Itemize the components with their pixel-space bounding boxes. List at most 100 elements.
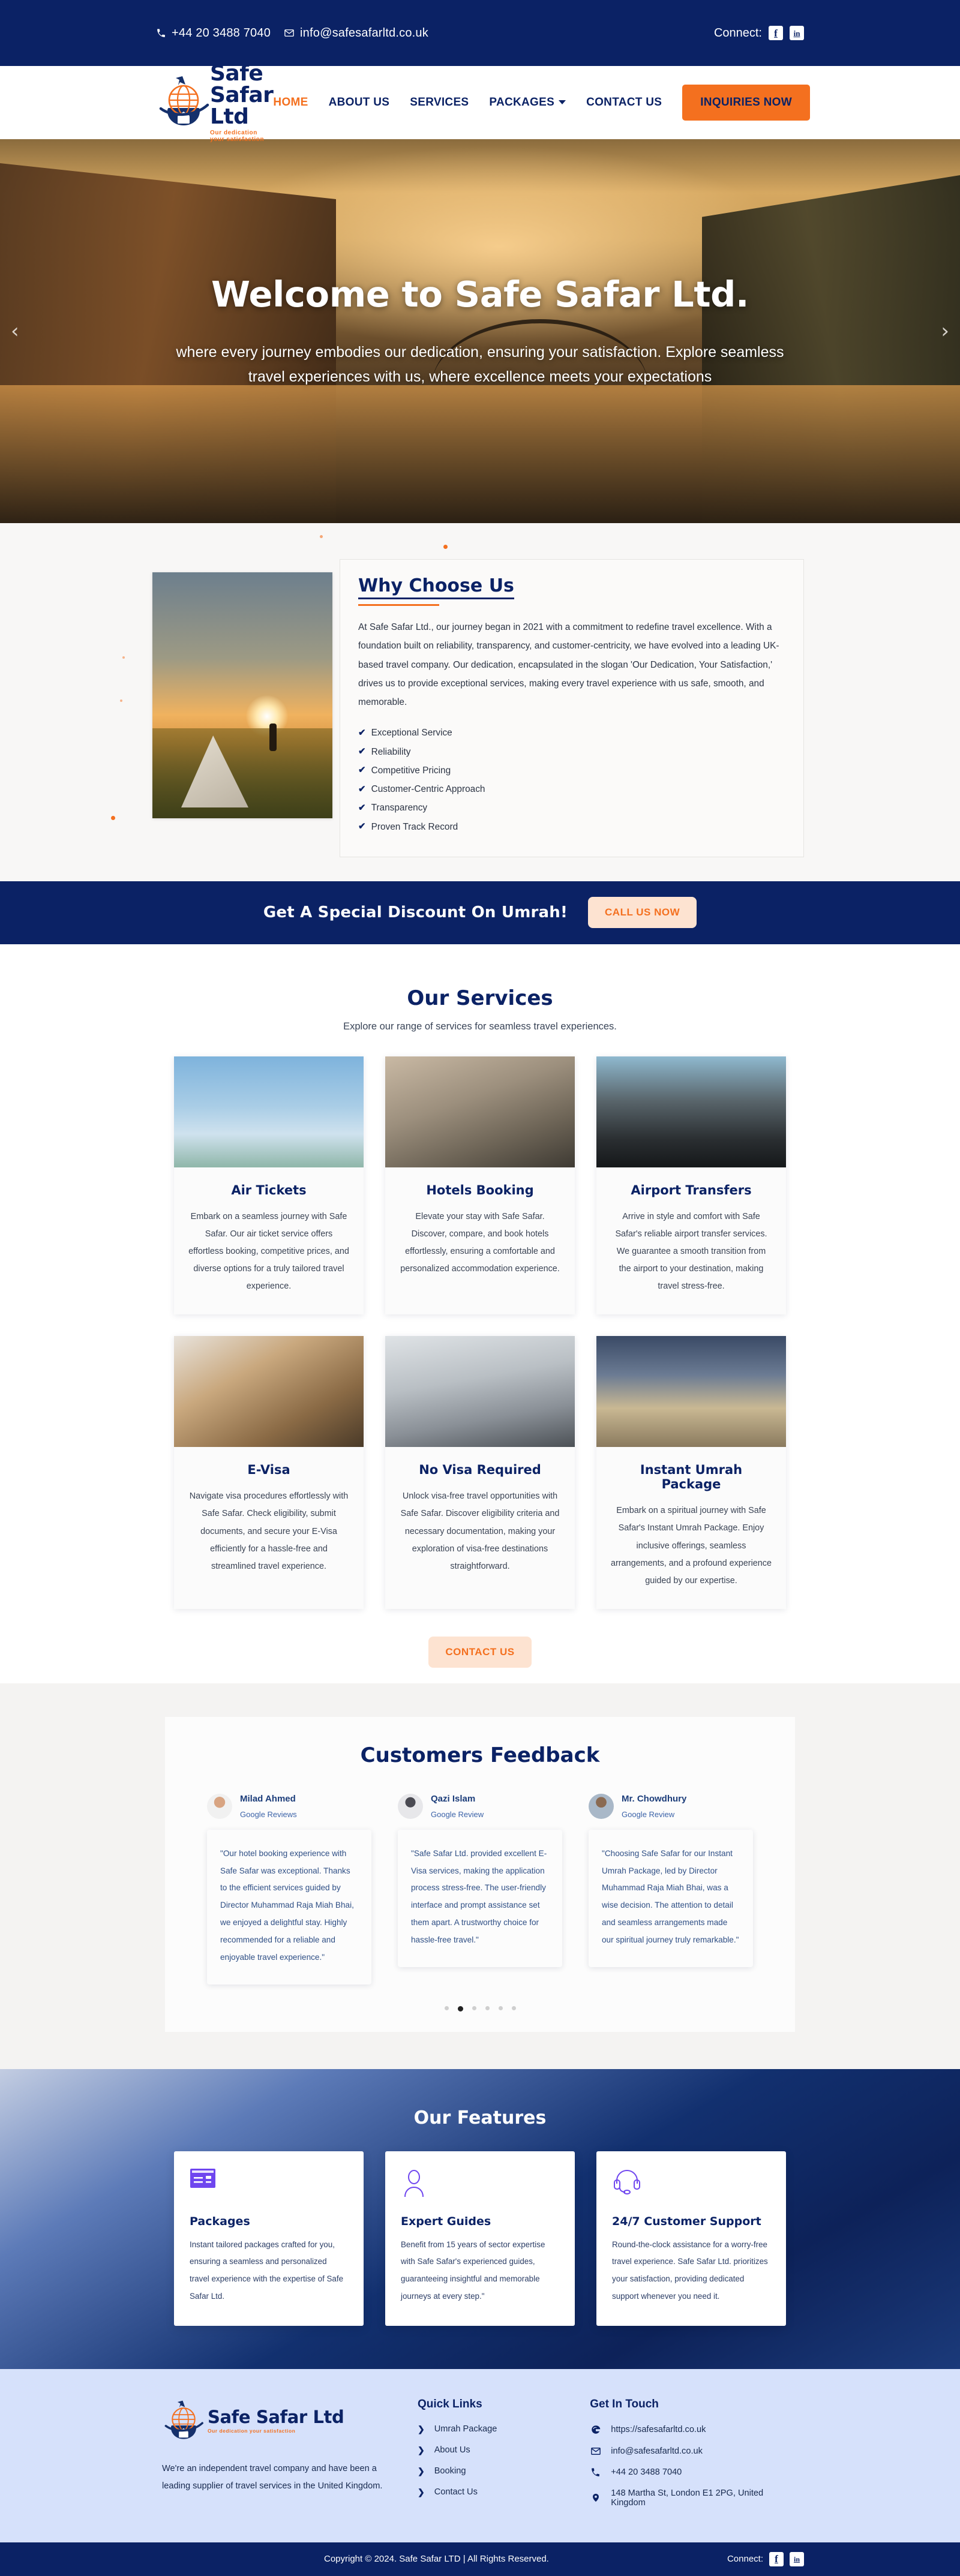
check-icon: ✔ [358,821,366,832]
decor-dot [443,545,448,549]
service-card-hotels-booking[interactable]: Hotels Booking Elevate your stay with Sa… [385,1056,575,1315]
service-card-body: Air Tickets Embark on a seamless journey… [174,1167,364,1314]
why-choose-us-section: Why Choose Us At Safe Safar Ltd., our jo… [0,523,960,881]
brand-name: Safe Safar Ltd [210,61,274,129]
main-navigation-bar: Safe Safar Ltd Our dedication your satis… [0,62,960,143]
brand-text: Safe Safar Ltd Our dedication your satis… [210,61,274,143]
list-item: ✔ Competitive Pricing [358,761,785,780]
footer-email-link[interactable]: info@safesafarltd.co.uk [590,2446,798,2457]
inquiries-now-button[interactable]: INQUIRIES NOW [682,85,810,121]
footer-phone-link[interactable]: +44 20 3488 7040 [590,2467,798,2478]
testimonial-source: Google Reviews [240,1809,297,1819]
nav-item-contact-us[interactable]: CONTACT US [586,96,662,109]
footer-link-label: Booking [434,2466,466,2476]
carousel-prev-arrow[interactable]: ‹ [11,321,19,341]
topbar-email-link[interactable]: info@safesafarltd.co.uk [284,26,428,40]
feature-card-customer-support: 24/7 Customer Support Round-the-clock as… [596,2151,786,2326]
nav-item-packages-label: PACKAGES [489,96,555,109]
headset-icon [612,2168,770,2203]
service-desc: Arrive in style and comfort with Safe Sa… [615,1211,767,1292]
title-underline-accent [358,604,439,606]
carousel-dot-5[interactable] [498,2005,503,2010]
footer-brand-name: Safe Safar Ltd [208,2406,344,2427]
linkedin-glyph: in [793,28,800,38]
service-title: Air Tickets [231,1182,307,1197]
footer-link-booking[interactable]: ❯ Booking [418,2466,566,2476]
topbar-phone-link[interactable]: +44 20 3488 7040 [156,26,271,40]
testimonial-item: Mr. Chowdhury Google Review "Choosing Sa… [589,1793,753,1984]
nav-item-home[interactable]: HOME [273,96,308,109]
hero-title: Welcome to Safe Safar Ltd. [211,274,749,315]
features-grid: Packages Instant tailored packages craft… [174,2151,786,2326]
service-card-air-tickets[interactable]: Air Tickets Embark on a seamless journey… [174,1056,364,1315]
list-item: ✔ Exceptional Service [358,723,785,742]
check-icon: ✔ [358,746,366,756]
linkedin-icon[interactable]: in [790,2551,804,2566]
service-card-instant-umrah-package[interactable]: Instant Umrah Package Embark on a spirit… [596,1336,786,1609]
point-label: Customer-Centric Approach [371,784,485,795]
carousel-next-arrow[interactable]: › [941,321,949,341]
brand-logo-link[interactable]: Safe Safar Ltd Our dedication your satis… [156,61,274,143]
footer-link-label: About Us [434,2445,470,2455]
carousel-dot-2[interactable] [457,2005,463,2011]
carousel-dot-1[interactable] [444,2005,449,2010]
footer-link-umrah-package[interactable]: ❯ Umrah Package [418,2424,566,2434]
linkedin-icon[interactable]: in [790,26,804,40]
testimonial-identity: Milad Ahmed Google Reviews [240,1794,297,1819]
carousel-dot-3[interactable] [472,2005,476,2010]
service-card-no-visa-required[interactable]: No Visa Required Unlock visa-free travel… [385,1336,575,1609]
testimonial-name: Qazi Islam [431,1793,476,1804]
why-choose-us-points: ✔ Exceptional Service ✔ Reliability ✔ Compe… [358,723,785,836]
facebook-icon[interactable]: f [769,26,783,40]
topbar-connect-label: Connect: [713,26,762,40]
homepage: +44 20 3488 7040 info@safesafarltd.co.uk… [0,0,960,2576]
service-card-body: Hotels Booking Elevate your stay with Sa… [385,1167,575,1297]
service-card-body: No Visa Required Unlock visa-free travel… [385,1447,575,1594]
testimonial-quote: "Safe Safar Ltd. provided excellent E-Vi… [411,1848,547,1944]
feedback-grid: Milad Ahmed Google Reviews "Our hotel bo… [207,1793,753,1984]
nav-links: HOME ABOUT US SERVICES PACKAGES CONTACT … [273,85,810,121]
service-card-e-visa[interactable]: E-Visa Navigate visa procedures effortle… [174,1336,364,1609]
kaaba-photo [596,1336,786,1448]
our-features-section: Our Features Packages Instant tailored p… [0,2068,960,2369]
hero-subtitle: where every journey embodies our dedicat… [176,344,784,385]
testimonial-card: "Our hotel booking experience with Safe … [207,1829,371,1984]
testimonial-quote: "Our hotel booking experience with Safe … [220,1848,354,1962]
person-laptop-photo [385,1336,575,1448]
globe-plane-logo-icon [162,2398,205,2445]
copyright-text: Copyright © 2024. Safe Safar LTD | All R… [324,2554,549,2565]
nav-item-about-us-label: ABOUT US [328,96,390,109]
footer-website-link[interactable]: https://safesafarltd.co.uk [590,2424,798,2435]
feature-card-expert-guides: Expert Guides Benefit from 15 years of s… [385,2151,575,2326]
footer-address-link[interactable]: 148 Martha St, London E1 2PG, United Kin… [590,2488,798,2508]
check-icon: ✔ [358,727,366,738]
service-card-airport-transfers[interactable]: Airport Transfers Arrive in style and co… [596,1056,786,1315]
footer-link-label: Umrah Package [434,2424,497,2434]
call-us-now-button[interactable]: CALL US NOW [588,897,697,929]
list-item: ✔ Transparency [358,798,785,817]
chevron-down-icon [559,100,566,104]
nav-item-about-us[interactable]: ABOUT US [329,96,390,109]
phone-icon [590,2467,601,2478]
feedback-carousel-dots [165,2005,795,2011]
copyright-bar: Copyright © 2024. Safe Safar LTD | All R… [0,2542,960,2576]
footer-link-contact-us[interactable]: ❯ Contact Us [418,2487,566,2497]
nav-item-services[interactable]: SERVICES [410,96,469,109]
carousel-dot-4[interactable] [485,2005,490,2010]
globe-browser-icon [590,2424,601,2435]
nav-item-packages[interactable]: PACKAGES [489,96,566,109]
quick-links-heading: Quick Links [417,2397,482,2410]
testimonial-card: "Safe Safar Ltd. provided excellent E-Vi… [398,1829,562,1967]
footer-columns: Safe Safar Ltd Our dedication your satis… [162,2398,798,2518]
footer-link-about-us[interactable]: ❯ About Us [418,2445,566,2455]
contact-us-button[interactable]: CONTACT US [428,1636,532,1668]
feature-desc: Instant tailored packages crafted for yo… [190,2239,344,2301]
feature-card-packages: Packages Instant tailored packages craft… [174,2151,364,2326]
facebook-icon[interactable]: f [769,2551,784,2566]
point-label: Competitive Pricing [371,765,451,776]
service-title: Airport Transfers [631,1182,752,1197]
carousel-dot-6[interactable] [511,2005,516,2010]
service-desc: Navigate visa procedures effortlessly wi… [189,1491,349,1571]
why-choose-us-content: Why Choose Us At Safe Safar Ltd., our jo… [152,559,804,857]
testimonial-header: Milad Ahmed Google Reviews [207,1793,371,1819]
